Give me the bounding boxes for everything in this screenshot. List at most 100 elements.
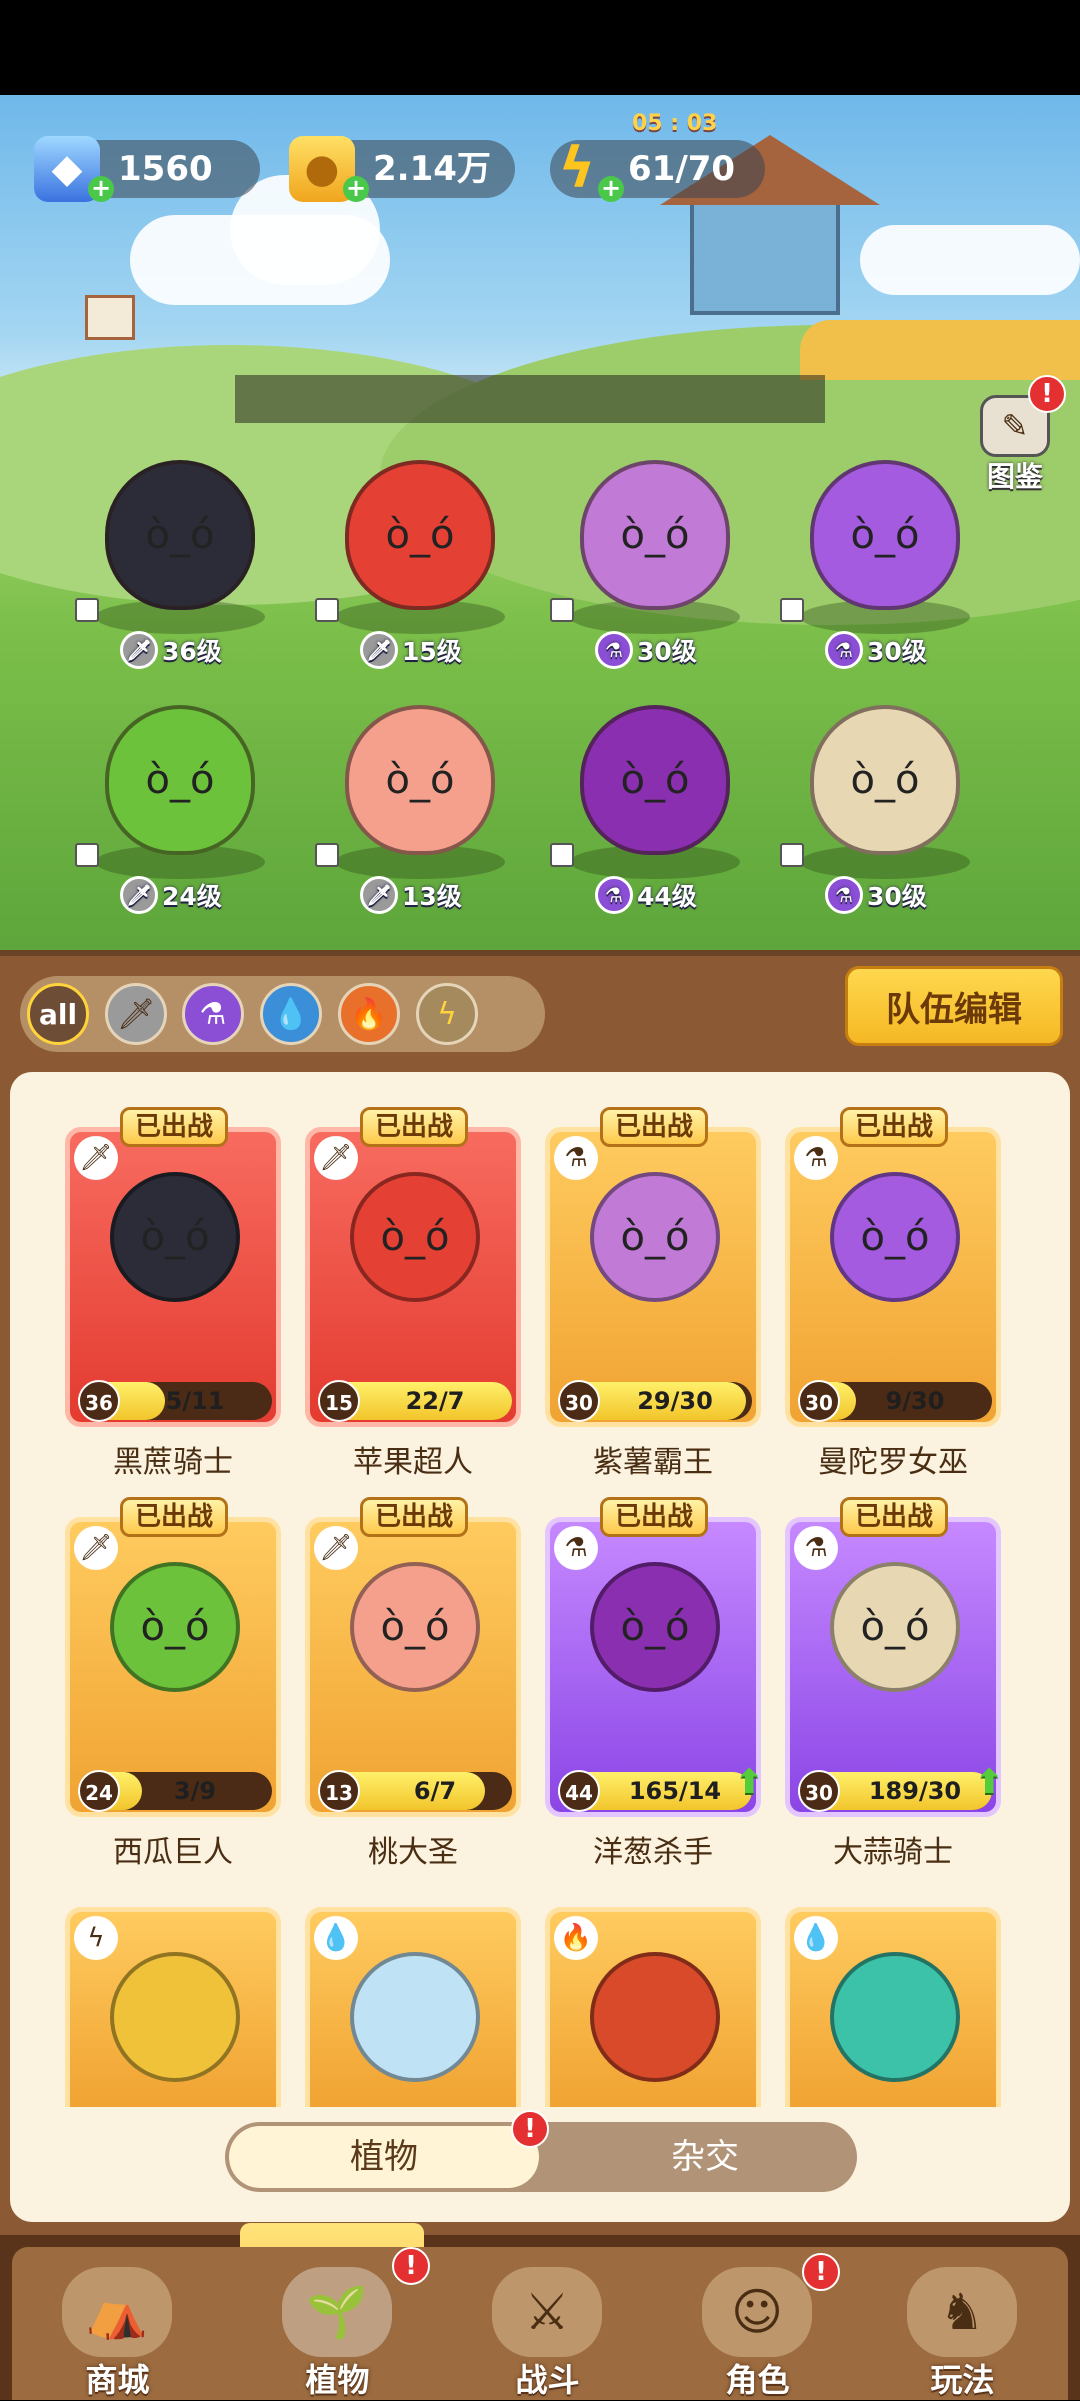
plant-portrait [350, 1952, 480, 2082]
formation-icon [75, 598, 99, 622]
plant-level: ⚗ 30级 [825, 630, 927, 670]
team-plant-slot[interactable]: ò_ó 🗡 13级 [315, 695, 515, 935]
lightning-icon: ϟ [74, 1916, 118, 1960]
plant-level: ⚗ 30级 [825, 875, 927, 915]
plant-card[interactable]: 💧 [305, 1907, 521, 2107]
element-filter-group: all 🗡 ⚗ 💧 🔥 ϟ [20, 976, 545, 1052]
plant-sprite: ò_ó [580, 460, 730, 610]
filter-sword-icon[interactable]: 🗡 [105, 983, 167, 1045]
card-progress-bar: 6/7 13 [318, 1770, 512, 1812]
filter-potion-icon[interactable]: ⚗ [182, 983, 244, 1045]
plant-card[interactable]: ò_ó 🗡 22/7 15 [305, 1127, 521, 1427]
team-plant-slot[interactable]: ò_ó 🗡 36级 [75, 450, 275, 690]
card-panel: ò_ó 🗡 5/11 36 已出战 黑蔗骑士 ò_ó 🗡 22/7 15 已出战 苹果超人 ò_ó ⚗ 29… [0, 1060, 1080, 2235]
card-name: 曼陀罗女巫 [818, 1445, 968, 1480]
nav-battle[interactable]: ⚔ 战斗 [442, 2247, 653, 2400]
nav-character-badge: ! [802, 2253, 840, 2291]
deployed-tag: 已出战 [600, 1497, 709, 1537]
filter-fire-icon[interactable]: 🔥 [338, 983, 400, 1045]
sword-icon: 🗡 [314, 1136, 358, 1180]
tab-hybrid[interactable]: 杂交 [555, 2122, 855, 2192]
sword-icon: 🗡 [360, 631, 398, 669]
gems-counter[interactable]: ◆ + 1560 [34, 136, 260, 202]
nav-character[interactable]: ☺ 角色 ! [652, 2247, 863, 2400]
sword-icon: 🗡 [360, 876, 398, 914]
plant-card[interactable]: ò_ó 🗡 5/11 36 [65, 1127, 281, 1427]
team-plant-slot[interactable]: ò_ó 🗡 24级 [75, 695, 275, 935]
potion-icon: ⚗ [794, 1136, 838, 1180]
shop-icon: ⛺ [62, 2267, 172, 2357]
add-gems-icon[interactable]: + [88, 176, 114, 202]
plant-card[interactable]: 💧 [785, 1907, 1001, 2107]
cloud [860, 225, 1080, 295]
plant-level-text: 24级 [162, 882, 222, 911]
upgrade-arrow-icon[interactable]: ⬆ [975, 1762, 1017, 1804]
deployed-tag: 已出战 [120, 1497, 229, 1537]
energy-timer: 05 : 03 [632, 111, 718, 136]
plant-sprite: ò_ó [345, 460, 495, 610]
team-plant-slot[interactable]: ò_ó ⚗ 30级 [780, 695, 980, 935]
deployed-tag: 已出战 [120, 1107, 229, 1147]
plant-card[interactable]: ò_ó 🗡 6/7 13 [305, 1517, 521, 1817]
filter-lightning-icon[interactable]: ϟ [416, 983, 478, 1045]
team-plant-slot[interactable]: ò_ó ⚗ 44级 [550, 695, 750, 935]
small-house [85, 295, 135, 340]
upgrade-arrow-icon[interactable]: ⬆ [735, 1762, 777, 1804]
card-grid: ò_ó 🗡 5/11 36 已出战 黑蔗骑士 ò_ó 🗡 22/7 15 已出战 苹果超人 ò_ó ⚗ 29… [10, 1072, 1070, 2222]
plant-sprite: ò_ó [810, 705, 960, 855]
potion-icon: ⚗ [825, 876, 863, 914]
card-progress-bar: 165/14 44 [558, 1770, 752, 1812]
plant-card[interactable]: ò_ó ⚗ 9/30 30 [785, 1127, 1001, 1427]
energy-value: 61/70 [628, 149, 736, 189]
plant-level-text: 44级 [637, 882, 697, 911]
card-level: 15 [318, 1380, 360, 1422]
card-progress-bar: 9/30 30 [798, 1380, 992, 1422]
potion-icon: ⚗ [595, 631, 633, 669]
gallery-button[interactable]: ✎ 图鉴 ! [970, 375, 1066, 495]
nav-gameplay[interactable]: ♞ 玩法 [857, 2247, 1068, 2400]
plant-card[interactable]: ò_ó ⚗ 189/30 30 [785, 1517, 1001, 1817]
card-level: 13 [318, 1770, 360, 1812]
plant-card[interactable]: 🔥 [545, 1907, 761, 2107]
fire-icon: 🔥 [554, 1916, 598, 1960]
nav-shop[interactable]: ⛺ 商城 [12, 2247, 223, 2400]
coins-value: 2.14万 [373, 149, 491, 189]
plant-portrait [110, 1952, 240, 2082]
filter-all-button[interactable]: all [27, 983, 89, 1045]
coins-counter[interactable]: ● + 2.14万 [289, 136, 515, 202]
plant-card[interactable]: ò_ó ⚗ 29/30 30 [545, 1127, 761, 1427]
plant-card[interactable]: ò_ó 🗡 3/9 24 [65, 1517, 281, 1817]
nav-plants[interactable]: 🌱 植物 ! [232, 2247, 443, 2400]
plant-portrait: ò_ó [590, 1562, 720, 1692]
potion-icon: ⚗ [794, 1526, 838, 1570]
character-icon: ☺ [702, 2267, 812, 2357]
plant-portrait: ò_ó [110, 1562, 240, 1692]
plant-card[interactable]: ϟ [65, 1907, 281, 2107]
formation-icon [75, 843, 99, 867]
plant-sprite: ò_ó [580, 705, 730, 855]
plant-card[interactable]: ò_ó ⚗ 165/14 44 [545, 1517, 761, 1817]
card-progress-text: 189/30 [868, 1777, 962, 1805]
team-edit-button[interactable]: 队伍编辑 [845, 966, 1063, 1046]
tab-plants[interactable]: 植物 [229, 2126, 539, 2188]
card-progress-text: 6/7 [413, 1777, 457, 1805]
gallery-label: 图鉴 [986, 460, 1043, 493]
sword-icon: 🗡 [74, 1136, 118, 1180]
card-progress-text: 29/30 [637, 1387, 713, 1415]
team-plant-slot[interactable]: ò_ó ⚗ 30级 [780, 450, 980, 690]
card-level: 30 [798, 1770, 840, 1812]
plant-portrait: ò_ó [830, 1562, 960, 1692]
card-progress-text: 165/14 [628, 1777, 722, 1805]
filter-water-icon[interactable]: 💧 [260, 983, 322, 1045]
card-progress-text: 22/7 [405, 1387, 465, 1415]
team-plant-slot[interactable]: ò_ó 🗡 15级 [315, 450, 515, 690]
add-energy-icon[interactable]: + [598, 176, 624, 202]
plant-portrait: ò_ó [830, 1172, 960, 1302]
card-name: 紫薯霸王 [593, 1445, 713, 1480]
team-plant-slot[interactable]: ò_ó ⚗ 30级 [550, 450, 750, 690]
energy-counter[interactable]: ϟ + 61/70 [550, 140, 765, 202]
add-coins-icon[interactable]: + [343, 176, 369, 202]
nav-plants-badge: ! [392, 2247, 430, 2285]
team-scene: ◆ + 1560 ● + 2.14万 05 : 03 ϟ + 61/70 ✎ 图… [0, 95, 1080, 950]
category-toggle: 植物 ! 杂交 [225, 2110, 857, 2192]
